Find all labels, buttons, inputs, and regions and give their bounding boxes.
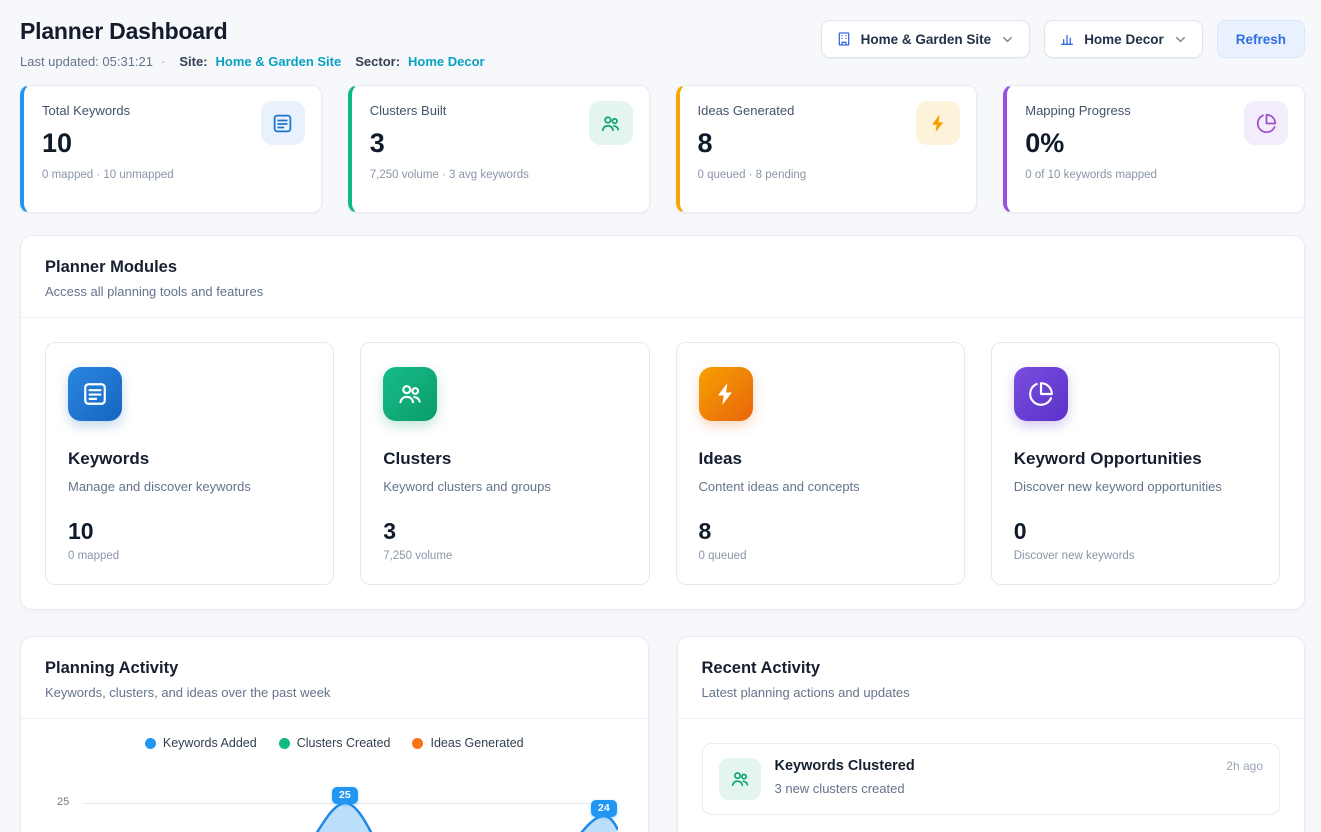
module-card-keyword-opportunities[interactable]: Keyword Opportunities Discover new keywo… xyxy=(991,342,1280,585)
header-controls: Home & Garden Site Home Decor Refresh xyxy=(821,20,1305,58)
page-title: Planner Dashboard xyxy=(20,18,485,45)
recent-activity-subtitle: Latest planning actions and updates xyxy=(702,685,1281,700)
pie-chart-icon xyxy=(1014,367,1068,421)
data-point-label: 25 xyxy=(332,787,358,804)
modules-subtitle: Access all planning tools and features xyxy=(45,284,1280,299)
recent-activity-title: Recent Activity xyxy=(702,659,1281,678)
activity-item-description: 3 new clusters created xyxy=(775,781,1264,796)
module-description: Discover new keyword opportunities xyxy=(1014,479,1257,494)
lightning-icon xyxy=(916,101,960,145)
stat-detail: 0 queued · 8 pending xyxy=(698,169,959,181)
module-detail: 0 mapped xyxy=(68,550,311,562)
legend-item-clusters-created: Clusters Created xyxy=(279,736,391,750)
stat-card-mapping-progress: Mapping Progress 0% 0 of 10 keywords map… xyxy=(1003,85,1305,213)
chevron-down-icon xyxy=(1000,32,1015,47)
activity-item-time: 2h ago xyxy=(1226,759,1263,773)
site-label: Site: xyxy=(179,54,207,69)
document-icon xyxy=(68,367,122,421)
page-subtitle: Last updated: 05:31:21 · Site: Home & Ga… xyxy=(20,54,485,69)
activity-item-top: Keywords Clustered 2h ago xyxy=(775,758,1264,774)
planning-activity-panel: Planning Activity Keywords, clusters, an… xyxy=(20,636,649,832)
users-icon xyxy=(589,101,633,145)
recent-activity-panel: Recent Activity Latest planning actions … xyxy=(677,636,1306,832)
activity-item-keywords-clustered[interactable]: Keywords Clustered 2h ago 3 new clusters… xyxy=(702,743,1281,815)
y-axis-tick: 25 xyxy=(57,796,69,808)
module-description: Keyword clusters and groups xyxy=(383,479,626,494)
modules-grid: Keywords Manage and discover keywords 10… xyxy=(21,318,1304,609)
module-title: Ideas xyxy=(699,449,942,469)
module-card-ideas[interactable]: Ideas Content ideas and concepts 8 0 que… xyxy=(676,342,965,585)
modules-title: Planner Modules xyxy=(45,258,1280,277)
sector-selector-label: Home Decor xyxy=(1084,32,1164,47)
planning-activity-subtitle: Keywords, clusters, and ideas over the p… xyxy=(45,685,624,700)
building-icon xyxy=(836,31,852,47)
site-link[interactable]: Home & Garden Site xyxy=(216,54,342,69)
planning-activity-chart: 25 25 24 xyxy=(39,762,630,832)
planning-activity-header: Planning Activity Keywords, clusters, an… xyxy=(21,637,648,719)
stat-detail: 0 mapped · 10 unmapped xyxy=(42,169,303,181)
site-selector-label: Home & Garden Site xyxy=(861,32,992,47)
legend-dot-green xyxy=(279,738,290,749)
stat-detail: 0 of 10 keywords mapped xyxy=(1025,169,1286,181)
modules-header: Planner Modules Access all planning tool… xyxy=(21,236,1304,318)
module-title: Clusters xyxy=(383,449,626,469)
pie-chart-icon xyxy=(1244,101,1288,145)
sector-link[interactable]: Home Decor xyxy=(408,54,485,69)
module-card-clusters[interactable]: Clusters Keyword clusters and groups 3 7… xyxy=(360,342,649,585)
legend-dot-orange xyxy=(412,738,423,749)
data-point-label: 24 xyxy=(591,800,617,817)
chevron-down-icon xyxy=(1173,32,1188,47)
module-value: 10 xyxy=(68,518,311,545)
users-icon xyxy=(383,367,437,421)
refresh-button[interactable]: Refresh xyxy=(1217,20,1305,58)
bar-chart-icon xyxy=(1059,31,1075,47)
module-title: Keywords xyxy=(68,449,311,469)
legend-label: Clusters Created xyxy=(297,736,391,750)
lightning-icon xyxy=(699,367,753,421)
stat-card-clusters-built: Clusters Built 3 7,250 volume · 3 avg ke… xyxy=(348,85,650,213)
legend-dot-blue xyxy=(145,738,156,749)
planner-modules-panel: Planner Modules Access all planning tool… xyxy=(20,235,1305,610)
legend-item-ideas-generated: Ideas Generated xyxy=(412,736,523,750)
module-value: 0 xyxy=(1014,518,1257,545)
recent-activity-header: Recent Activity Latest planning actions … xyxy=(678,637,1305,719)
bottom-row: Planning Activity Keywords, clusters, an… xyxy=(20,636,1305,832)
module-title: Keyword Opportunities xyxy=(1014,449,1257,469)
module-card-keywords[interactable]: Keywords Manage and discover keywords 10… xyxy=(45,342,334,585)
recent-activity-body: Keywords Clustered 2h ago 3 new clusters… xyxy=(678,719,1305,832)
page-header: Planner Dashboard Last updated: 05:31:21… xyxy=(0,0,1321,69)
separator-dot: · xyxy=(161,54,165,69)
module-detail: Discover new keywords xyxy=(1014,550,1257,562)
document-icon xyxy=(261,101,305,145)
legend-label: Keywords Added xyxy=(163,736,257,750)
site-selector-dropdown[interactable]: Home & Garden Site xyxy=(821,20,1031,58)
activity-item-title: Keywords Clustered xyxy=(775,758,915,774)
planner-dashboard-page: Planner Dashboard Last updated: 05:31:21… xyxy=(0,0,1321,832)
sector-selector-dropdown[interactable]: Home Decor xyxy=(1044,20,1203,58)
planning-activity-title: Planning Activity xyxy=(45,659,624,678)
planning-activity-body: Keywords Added Clusters Created Ideas Ge… xyxy=(21,736,648,832)
last-updated-text: Last updated: 05:31:21 xyxy=(20,54,153,69)
legend-label: Ideas Generated xyxy=(430,736,523,750)
module-description: Manage and discover keywords xyxy=(68,479,311,494)
module-detail: 0 queued xyxy=(699,550,942,562)
legend-item-keywords-added: Keywords Added xyxy=(145,736,257,750)
header-left: Planner Dashboard Last updated: 05:31:21… xyxy=(20,18,485,69)
module-detail: 7,250 volume xyxy=(383,550,626,562)
module-description: Content ideas and concepts xyxy=(699,479,942,494)
sector-label: Sector: xyxy=(355,54,400,69)
stat-detail: 7,250 volume · 3 avg keywords xyxy=(370,169,631,181)
module-value: 8 xyxy=(699,518,942,545)
stat-card-ideas-generated: Ideas Generated 8 0 queued · 8 pending xyxy=(676,85,978,213)
module-value: 3 xyxy=(383,518,626,545)
users-icon xyxy=(719,758,761,800)
stat-cards-row: Total Keywords 10 0 mapped · 10 unmapped… xyxy=(20,85,1305,213)
stat-card-total-keywords: Total Keywords 10 0 mapped · 10 unmapped xyxy=(20,85,322,213)
chart-legend: Keywords Added Clusters Created Ideas Ge… xyxy=(39,736,630,750)
activity-item-content: Keywords Clustered 2h ago 3 new clusters… xyxy=(775,758,1264,796)
